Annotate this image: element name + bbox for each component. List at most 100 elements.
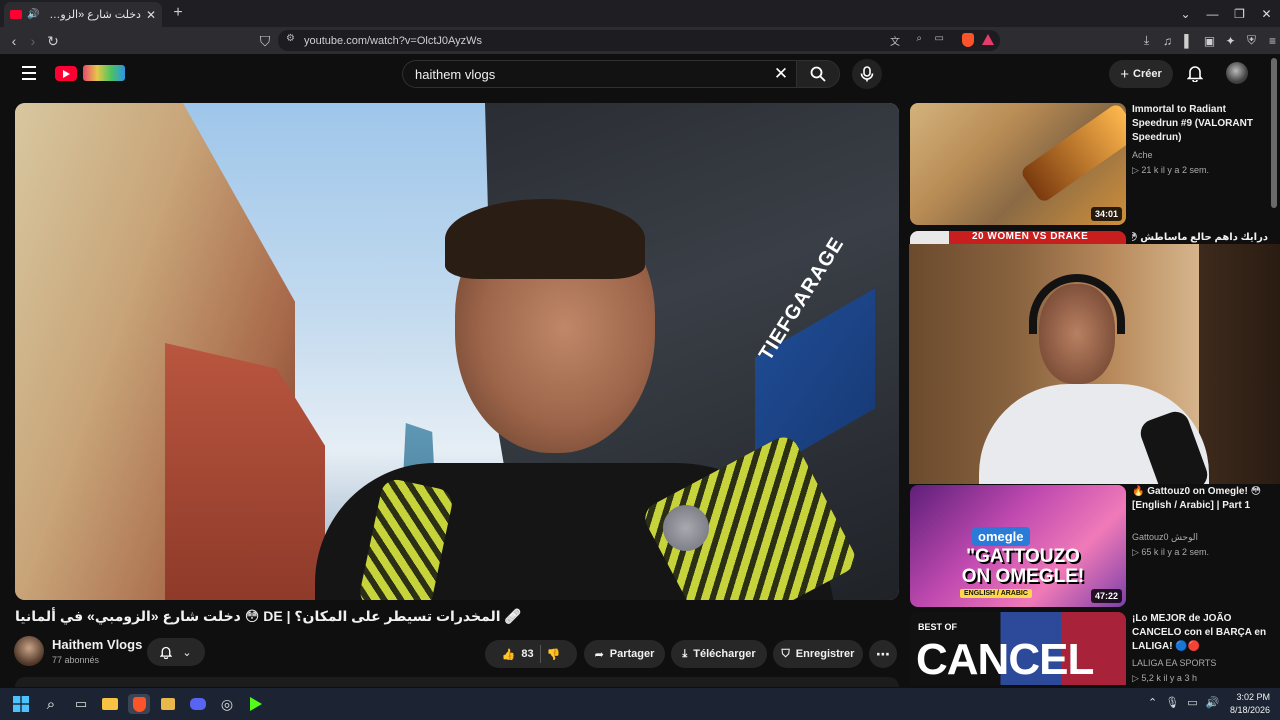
music-icon[interactable]: ♫: [1159, 31, 1176, 50]
translate-icon[interactable]: 文: [890, 33, 900, 48]
recommendation-channel[interactable]: LALIGA EA SPORTS: [1132, 658, 1216, 668]
more-actions-button[interactable]: ⋯: [869, 640, 897, 668]
download-button[interactable]: ⤓ Télécharger: [671, 640, 767, 668]
vpn-icon[interactable]: ⛨: [1243, 31, 1260, 50]
app-icon[interactable]: [245, 694, 267, 714]
video-player[interactable]: TIEFGARAGE: [15, 103, 899, 600]
obs-icon[interactable]: ◎: [216, 694, 238, 714]
bookmark-icon: ⛉: [781, 647, 790, 660]
browser-tab[interactable]: 🔊 دخلت شارع «الزومبي» في ألمانيا ✕: [4, 2, 162, 27]
search-icon[interactable]: ⌕: [40, 694, 62, 714]
menu-icon[interactable]: ≡: [1264, 31, 1280, 50]
youtube-logo[interactable]: [55, 65, 125, 81]
media-player-icon[interactable]: [157, 694, 179, 714]
clear-search-button[interactable]: ✕: [770, 64, 792, 84]
youtube-favicon-icon: [10, 10, 22, 19]
plus-icon: +: [1120, 65, 1129, 83]
recommendation-channel[interactable]: Gattouz0 الوحش: [1132, 532, 1198, 543]
recommendation-item[interactable]: BEST OF CANCEL ¡Lo MEJOR de JOÃO CANCELO…: [910, 612, 1268, 685]
back-icon[interactable]: ‹: [4, 31, 24, 51]
leo-ai-icon[interactable]: ✦: [1222, 31, 1239, 50]
url-field[interactable]: ⚙ youtube.com/watch?v=OlctJ0AyzWs 文 ⌕ ▭: [278, 30, 1000, 51]
zoom-icon[interactable]: ⌕: [916, 33, 922, 44]
discord-icon[interactable]: [187, 694, 209, 714]
video-frame-hair: [445, 199, 645, 279]
browser-toolbar: ‹ › ↻ ⛉ ⚙ youtube.com/watch?v=OlctJ0AyzW…: [0, 27, 1280, 54]
recommendation-thumbnail[interactable]: omegle "GATTOUZO ON OMEGLE! ENGLISH / AR…: [910, 485, 1126, 607]
scrollbar-thumb[interactable]: [1271, 58, 1277, 208]
thumbnail-tag: ENGLISH / ARABIC: [960, 589, 1032, 598]
save-button[interactable]: ⛉ Enregistrer: [773, 640, 863, 668]
recommendation-item[interactable]: omegle "GATTOUZO ON OMEGLE! ENGLISH / AR…: [910, 485, 1265, 607]
channel-avatar[interactable]: [14, 636, 44, 666]
forward-icon[interactable]: ›: [23, 31, 43, 51]
recommendation-meta: ▷ 5,2 k il y a 3 h: [1132, 673, 1197, 683]
thumbnail-banner: 20 WOMEN VS DRAKE: [972, 231, 1089, 242]
like-separator: [539, 645, 541, 663]
recommendation-title[interactable]: ¡Lo MEJOR de JOÃO CANCELO con el BARÇA e…: [1132, 612, 1268, 654]
download-label: Télécharger: [693, 648, 756, 660]
volume-icon[interactable]: 🔊: [1206, 696, 1220, 709]
restore-icon[interactable]: ❐: [1226, 0, 1253, 27]
dislike-button[interactable]: 👎: [547, 648, 561, 661]
search-button[interactable]: [796, 60, 840, 88]
download-icon[interactable]: ⤓: [1138, 31, 1155, 50]
video-frame-lav-mic: [663, 505, 709, 551]
share-label: Partager: [609, 648, 655, 660]
speaker-icon[interactable]: 🔊: [27, 9, 39, 20]
recommendation-item[interactable]: 20 WOMEN VS DRAKE درايك داهم حالع ماساطش…: [910, 231, 1268, 245]
network-icon[interactable]: ▭: [1187, 696, 1197, 709]
channel-name[interactable]: Haithem Vlogs: [52, 637, 142, 652]
brave-browser-icon[interactable]: [128, 694, 150, 714]
chevron-up-icon[interactable]: ⌃: [1148, 696, 1157, 709]
microphone-tray-icon[interactable]: 🎙: [1165, 696, 1179, 709]
system-clock[interactable]: 3:02 PM 8/18/2026: [1230, 691, 1270, 717]
search-input[interactable]: [415, 66, 755, 82]
close-tab-icon[interactable]: ✕: [146, 8, 156, 22]
cast-icon[interactable]: ▭: [935, 33, 944, 44]
task-view-icon[interactable]: ▭: [70, 694, 92, 714]
brave-shield-icon[interactable]: [962, 33, 974, 47]
new-tab-button[interactable]: +: [169, 3, 187, 23]
subscriber-count: 77 abonnés: [52, 655, 100, 665]
recommendation-channel[interactable]: Ache: [1132, 150, 1153, 160]
recommendation-thumbnail[interactable]: 34:01: [910, 103, 1126, 225]
recommendation-title[interactable]: درايك داهم حالع ماساطش 😳 ||: [1132, 231, 1268, 245]
recommendation-thumbnail[interactable]: BEST OF CANCEL: [910, 612, 1126, 685]
file-explorer-icon[interactable]: [99, 694, 121, 714]
notifications-button[interactable]: [1184, 62, 1206, 84]
recommendation-item[interactable]: 34:01 Immortal to Radiant Speedrun #9 (V…: [910, 103, 1265, 225]
account-avatar[interactable]: [1226, 62, 1248, 84]
share-button[interactable]: ➦ Partager: [584, 640, 665, 668]
subscription-bell-button[interactable]: ⌄: [147, 638, 205, 666]
voice-search-button[interactable]: [852, 59, 882, 89]
guide-menu-button[interactable]: [18, 62, 40, 84]
bookmark-icon[interactable]: ⛉: [255, 31, 275, 51]
taskbar: ⌕ ▭ ◎ ⌃ 🎙 ▭ 🔊 3:02 PM 8/18/2026: [0, 688, 1280, 720]
windows-start-icon[interactable]: [10, 694, 32, 714]
recommendation-thumbnail[interactable]: 20 WOMEN VS DRAKE: [910, 231, 1126, 245]
description-box[interactable]: [15, 677, 899, 687]
thumbnail-top-text: BEST OF: [918, 622, 958, 632]
like-button[interactable]: 👍 83: [502, 648, 534, 661]
logo-doodle: [83, 65, 125, 81]
webcam-headphones: [1029, 274, 1125, 334]
wallet-icon[interactable]: ▣: [1201, 31, 1218, 50]
more-horizontal-icon: ⋯: [876, 645, 890, 662]
site-info-icon[interactable]: ⚙: [286, 33, 295, 44]
tab-list-chevron-icon[interactable]: ⌄: [1172, 0, 1199, 27]
reload-icon[interactable]: ↻: [43, 31, 63, 51]
recommendation-title[interactable]: 🔥 Gattouz0 on Omegle! 😳 [English / Arabi…: [1132, 485, 1268, 513]
minimize-icon[interactable]: —: [1199, 0, 1226, 27]
recommendation-meta: ▷ 21 k il y a 2 sem.: [1132, 165, 1209, 175]
microphone-icon: [860, 66, 874, 82]
close-window-icon[interactable]: ✕: [1253, 0, 1280, 27]
page-scrollbar[interactable]: [1270, 56, 1278, 686]
create-button[interactable]: + Créer: [1109, 60, 1173, 88]
sidebar-icon[interactable]: ▌: [1180, 31, 1197, 50]
url-text: youtube.com/watch?v=OlctJ0AyzWs: [304, 34, 483, 47]
like-dislike-group: 👍 83 👎: [485, 640, 577, 668]
thumbnail-art: [1019, 103, 1126, 204]
recommendation-title[interactable]: Immortal to Radiant Speedrun #9 (VALORAN…: [1132, 103, 1268, 145]
rewards-icon[interactable]: [982, 34, 994, 45]
